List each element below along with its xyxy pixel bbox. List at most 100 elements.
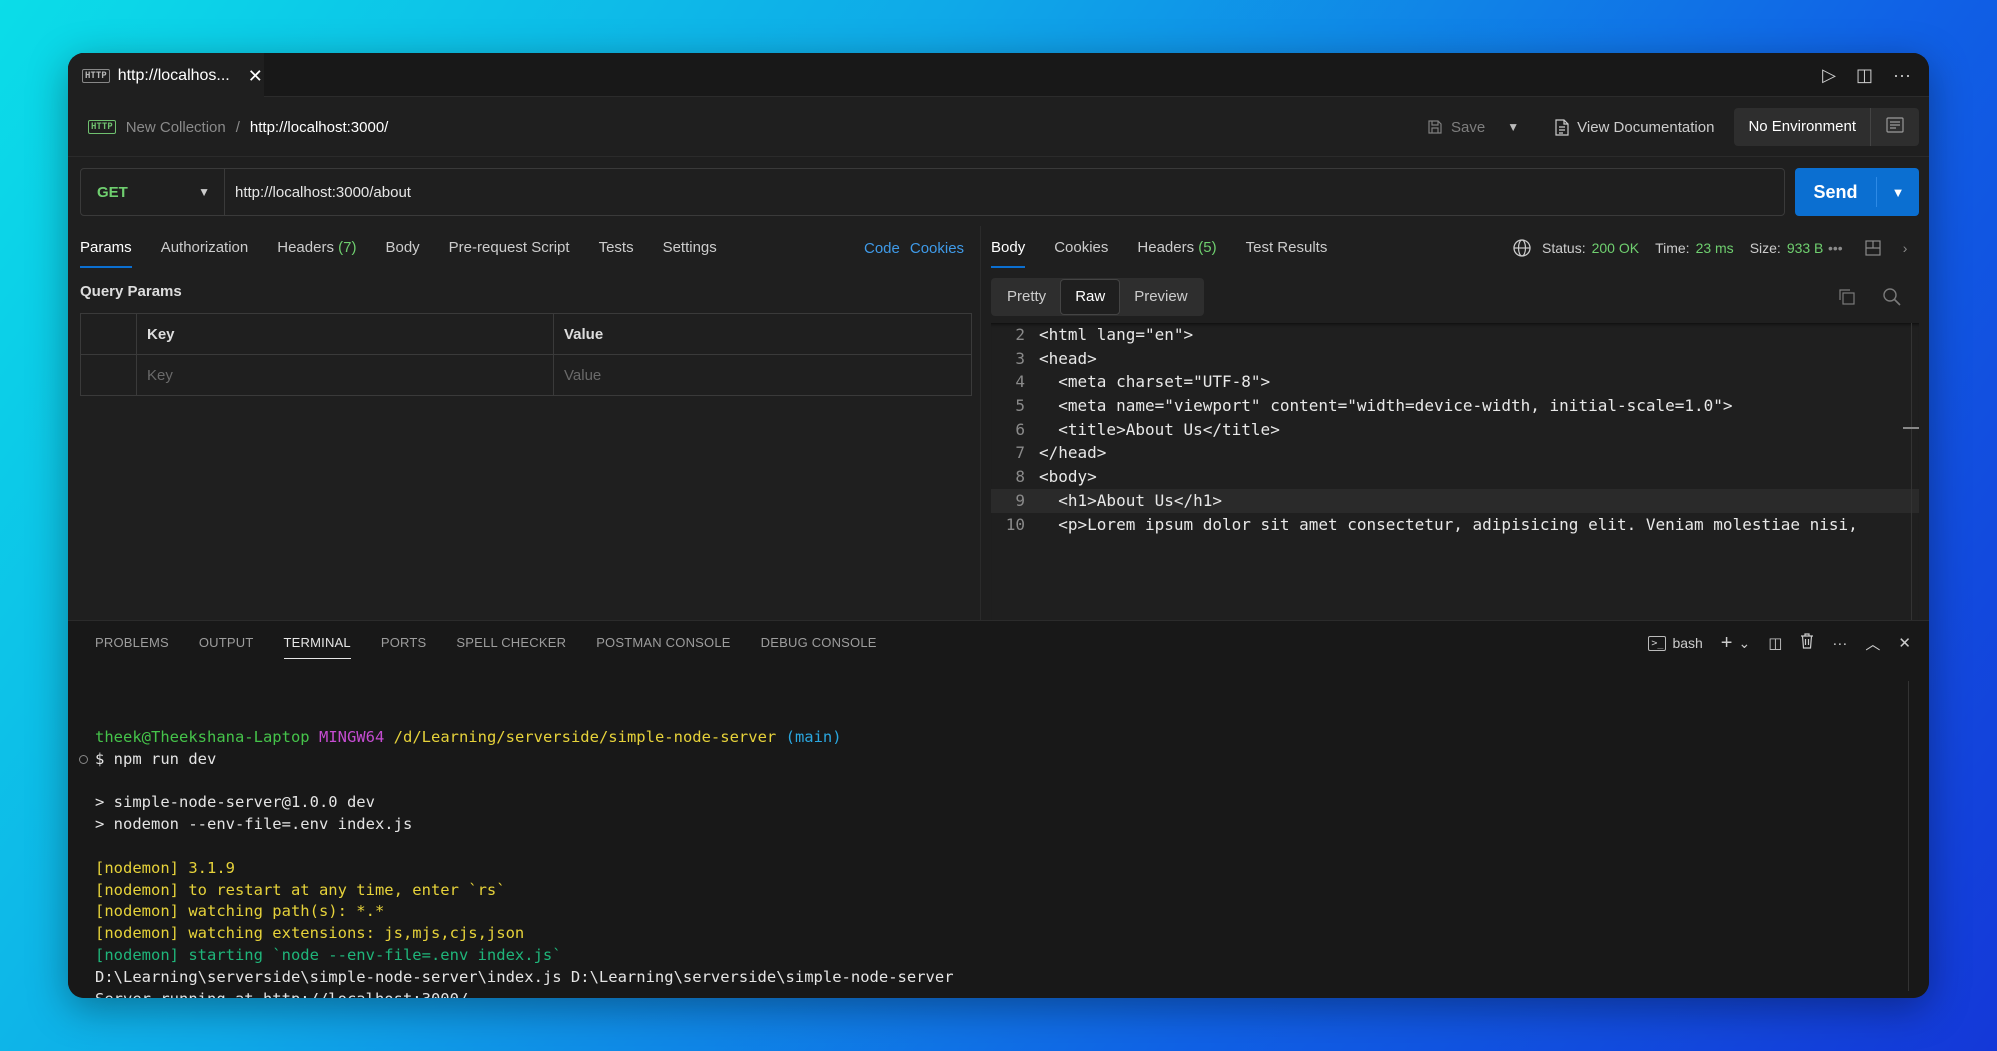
view-mode-pretty[interactable]: Pretty (993, 279, 1060, 315)
copy-icon[interactable] (1838, 288, 1856, 306)
value-input[interactable]: Value (553, 354, 972, 396)
tab-bar: HTTP http://localhos... ✕ ▷ ◫ ··· (68, 53, 1929, 97)
environment-settings-icon[interactable] (1871, 116, 1919, 138)
split-terminal-icon[interactable]: ◫ (1768, 634, 1782, 652)
response-body[interactable]: 2 <html lang="en"> 3 <head> 4 <meta charse… (991, 323, 1919, 620)
method-select[interactable]: GET ▼ (81, 169, 225, 215)
tab-label: Authorization (160, 239, 249, 256)
more-icon[interactable]: ··· (1832, 635, 1847, 652)
response-tools (1838, 278, 1902, 316)
status-label: Status: (1542, 240, 1586, 256)
panel-tab-problems[interactable]: PROBLEMS (95, 621, 169, 665)
code-line-highlighted: 9 <h1>About Us</h1> (991, 488, 1919, 513)
panel-tab-debug-console[interactable]: DEBUG CONSOLE (761, 621, 877, 665)
chevron-down-icon[interactable]: ⌄ (1738, 635, 1750, 652)
query-params-table: Key Value Key Value (80, 313, 972, 396)
layout-icon[interactable] (1865, 240, 1881, 256)
tab-pre-request-script[interactable]: Pre-request Script (449, 226, 570, 270)
split-editor-icon[interactable]: ◫ (1856, 65, 1873, 86)
table-row: Key Value (80, 354, 972, 396)
add-terminal-icon[interactable]: + (1721, 632, 1733, 655)
request-tab[interactable]: HTTP http://localhos... ✕ (68, 53, 264, 97)
time-label: Time: (1655, 240, 1690, 256)
panel-tab-ports[interactable]: PORTS (381, 621, 427, 665)
tab-label: Tests (598, 239, 634, 256)
time-value[interactable]: 23 ms (1696, 240, 1734, 256)
terminal-shell-selector[interactable]: >_ bash (1648, 635, 1703, 651)
line-number: 6 (1015, 419, 1025, 439)
url-input[interactable] (225, 169, 1784, 215)
globe-icon[interactable] (1512, 238, 1532, 258)
code-scrollbar[interactable] (1911, 323, 1912, 620)
tab-title: http://localhos... (117, 67, 230, 84)
pane-divider[interactable] (980, 226, 981, 620)
code-text: <meta charset="UTF-8"> (1039, 372, 1271, 392)
run-icon[interactable]: ▷ (1822, 65, 1836, 86)
code-link[interactable]: Code (864, 240, 900, 257)
terminal-line: [nodemon] watching extensions: js,mjs,cj… (95, 924, 525, 943)
breadcrumb-collection[interactable]: New Collection (126, 119, 226, 136)
row-checkbox[interactable] (80, 354, 137, 396)
panel-tab-output[interactable]: OUTPUT (199, 621, 254, 665)
size-value[interactable]: 933 B (1787, 240, 1824, 256)
tab-tests[interactable]: Tests (599, 226, 634, 270)
response-tab-body[interactable]: Body (991, 226, 1026, 270)
tab-authorization[interactable]: Authorization (161, 226, 249, 270)
tab-params[interactable]: Params (80, 226, 132, 270)
shell-label: bash (1672, 635, 1703, 651)
command-status-icon[interactable] (79, 754, 88, 764)
response-tab-test-results[interactable]: Test Results (1246, 226, 1328, 270)
view-mode-preview[interactable]: Preview (1120, 279, 1201, 315)
send-button-group: Send ▼ (1795, 168, 1919, 216)
chevron-down-icon[interactable]: ▼ (1877, 185, 1919, 200)
environment-selector[interactable]: No Environment (1734, 108, 1919, 146)
code-line: 5 <meta name="viewport" content="width=d… (991, 394, 1919, 418)
breadcrumb-current[interactable]: http://localhost:3000/ (250, 119, 388, 136)
line-number: 9 (1015, 490, 1025, 510)
tab-body[interactable]: Body (385, 226, 419, 270)
tab-label: Headers (277, 239, 334, 256)
code-line: 3 <head> (991, 347, 1919, 371)
maximize-panel-icon[interactable]: ︿ (1865, 633, 1880, 654)
code-text: <html lang="en"> (1039, 325, 1194, 344)
view-mode-raw[interactable]: Raw (1060, 279, 1121, 315)
chevron-right-icon[interactable]: › (1903, 240, 1908, 256)
document-icon (1555, 118, 1569, 136)
terminal-line: Server running at http://localhost:3000/ (95, 989, 954, 998)
terminal-line: > simple-node-server@1.0.0 dev (95, 793, 375, 812)
response-tab-cookies[interactable]: Cookies (1054, 226, 1108, 270)
cookies-link[interactable]: Cookies (910, 240, 964, 257)
line-number: 7 (1015, 443, 1025, 463)
code-text: <h1>About Us</h1> (1039, 490, 1223, 510)
headers-count: (7) (338, 239, 357, 256)
environment-label[interactable]: No Environment (1734, 108, 1871, 146)
view-documentation-button[interactable]: View Documentation (1555, 119, 1714, 136)
search-icon[interactable] (1882, 287, 1902, 307)
terminal-user: theek@Theekshana-Laptop (95, 728, 310, 746)
send-button[interactable]: Send (1795, 177, 1877, 207)
method-label: GET (97, 183, 128, 201)
query-params-title: Query Params (80, 283, 182, 300)
save-button[interactable]: Save (1427, 119, 1485, 136)
code-line: 10 <p>Lorem ipsum dolor sit amet consect… (991, 513, 1919, 537)
more-icon[interactable]: ··· (1893, 65, 1911, 86)
terminal-scrollbar[interactable] (1908, 681, 1909, 991)
tab-headers[interactable]: Headers (7) (277, 226, 356, 270)
close-icon[interactable]: ✕ (248, 66, 263, 87)
close-icon[interactable]: ✕ (1898, 634, 1911, 652)
trash-icon[interactable] (1800, 633, 1814, 653)
panel-tab-postman-console[interactable]: POSTMAN CONSOLE (596, 621, 730, 665)
breadcrumb: HTTP New Collection / http://localhost:3… (88, 97, 388, 157)
more-icon[interactable]: ••• (1828, 240, 1843, 256)
terminal-branch: (main) (785, 728, 842, 746)
panel-tab-spell-checker[interactable]: SPELL CHECKER (456, 621, 566, 665)
line-number: 4 (1015, 372, 1025, 392)
key-input[interactable]: Key (136, 354, 554, 396)
panel-tab-terminal[interactable]: TERMINAL (283, 621, 352, 665)
terminal-output[interactable]: theek@Theekshana-Laptop MINGW64 /d/Learn… (79, 727, 954, 998)
response-tab-headers[interactable]: Headers (5) (1137, 226, 1216, 270)
terminal-path: /d/Learning/serverside/simple-node-serve… (393, 728, 777, 746)
chevron-down-icon[interactable]: ▼ (1507, 120, 1519, 134)
tab-settings[interactable]: Settings (663, 226, 717, 270)
